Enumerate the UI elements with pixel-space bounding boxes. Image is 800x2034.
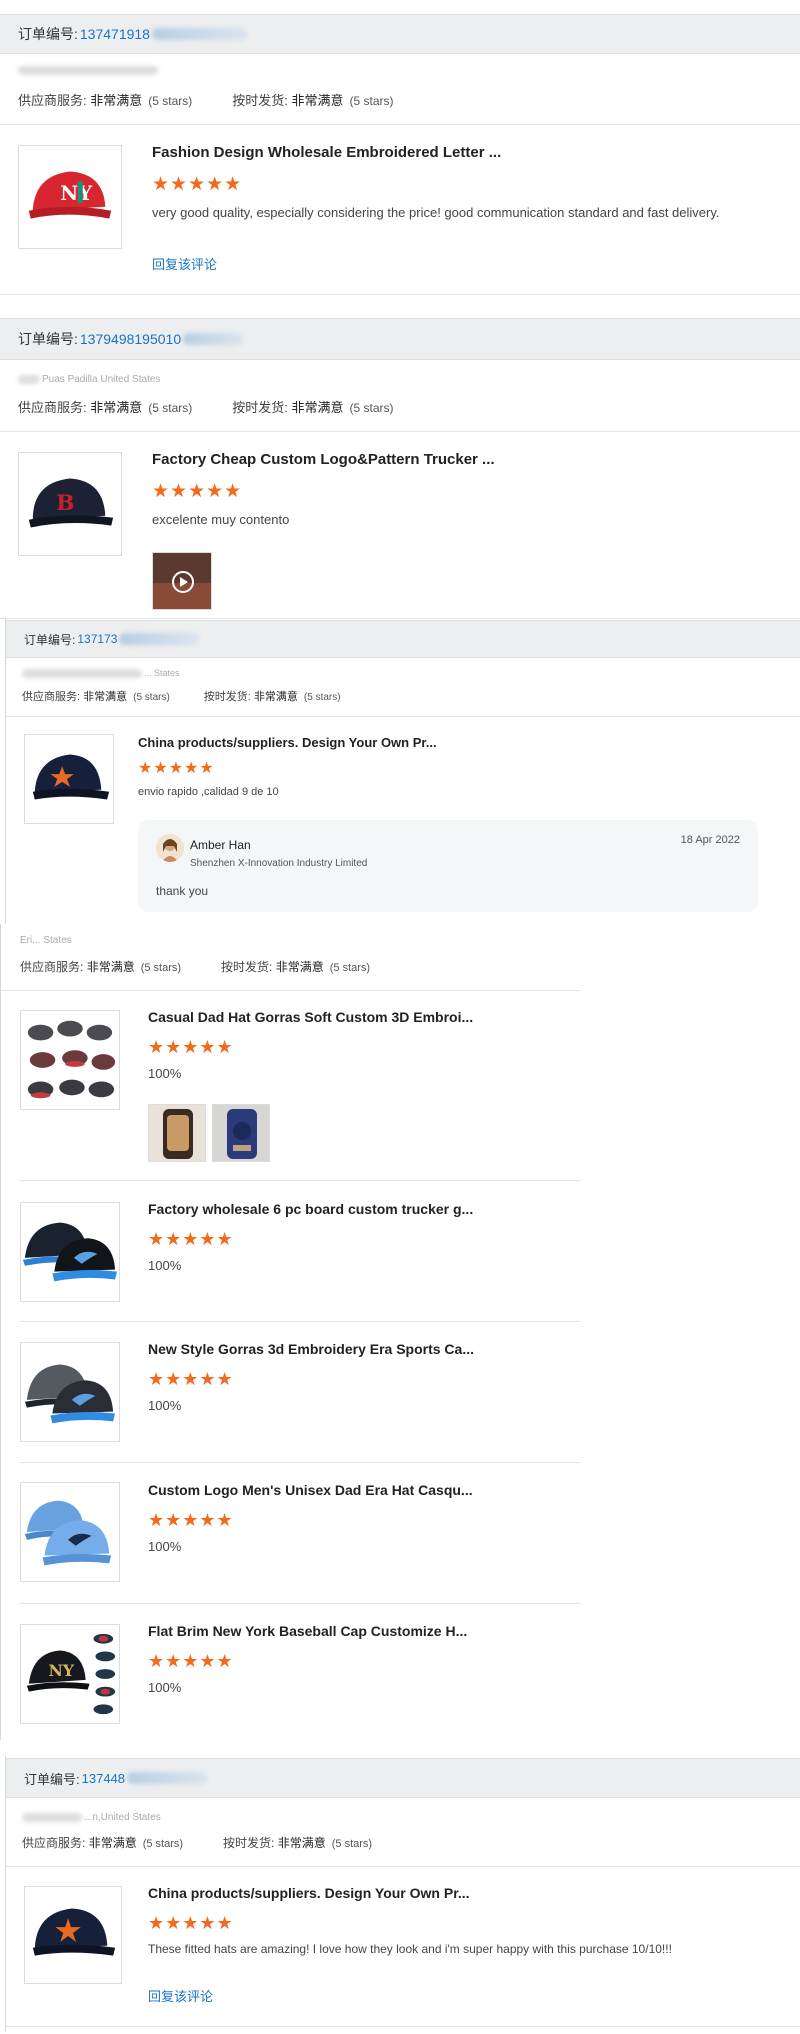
product-image[interactable]	[24, 1886, 122, 1984]
review-comment: 100%	[148, 1680, 182, 1695]
supplier-reply: Amber Han Shenzhen X-Innovation Industry…	[138, 820, 758, 912]
divider	[20, 1462, 580, 1463]
product-title[interactable]: China products/suppliers. Design Your Ow…	[148, 1885, 470, 1901]
reply-link[interactable]: 回复该评论	[152, 254, 217, 273]
reply-link[interactable]: 回复该评论	[148, 1986, 213, 2005]
rating-stars: ★★★★★	[148, 1037, 234, 1057]
product-image[interactable]: NY	[20, 1624, 120, 1724]
product-title[interactable]: Factory Cheap Custom Logo&Pattern Trucke…	[152, 451, 495, 468]
rating-stars: ★★★★★	[148, 1651, 234, 1671]
divider	[0, 294, 800, 295]
redacted-text	[119, 633, 200, 645]
product-image[interactable]	[20, 1010, 120, 1110]
product-title[interactable]: Flat Brim New York Baseball Cap Customiz…	[148, 1623, 467, 1639]
service-ratings: 供应商服务: 非常满意 (5 stars) 按时发货: 非常满意 (5 stars)	[20, 960, 371, 974]
buyer-info: Eri... States	[20, 935, 72, 946]
divider	[0, 431, 800, 432]
review-comment: 100%	[148, 1398, 182, 1413]
buyer-info: ... States	[22, 668, 180, 678]
product-title[interactable]: Factory wholesale 6 pc board custom truc…	[148, 1201, 473, 1217]
product-title[interactable]: China products/suppliers. Design Your Ow…	[138, 735, 437, 750]
divider	[6, 716, 800, 717]
reply-date: 18 Apr 2022	[680, 834, 740, 846]
review-video-thumbnail[interactable]	[152, 552, 212, 610]
review-photo[interactable]	[212, 1104, 270, 1162]
order-number[interactable]: 1379498195010	[80, 331, 181, 347]
svg-text:NY: NY	[60, 182, 93, 205]
service-ratings: 供应商服务: 非常满意 (5 stars) 按时发货: 非常满意 (5 stars)	[22, 1836, 373, 1850]
rating-stars: ★★★★★	[148, 1229, 234, 1249]
divider	[6, 1866, 800, 1867]
review-photo[interactable]	[148, 1104, 206, 1162]
product-title[interactable]: Casual Dad Hat Gorras Soft Custom 3D Emb…	[148, 1009, 473, 1025]
divider	[20, 1603, 580, 1604]
divider	[6, 2026, 800, 2027]
divider	[20, 1321, 580, 1322]
rating-stars: ★★★★★	[138, 760, 215, 777]
review-comment: very good quality, especially considerin…	[152, 205, 720, 220]
product-image[interactable]	[20, 1482, 120, 1582]
review-comment: 100%	[148, 1066, 182, 1081]
divider	[0, 990, 580, 991]
reply-text: thank you	[156, 884, 209, 898]
order-number[interactable]: 137448	[82, 1771, 125, 1786]
buyer-info	[18, 66, 160, 75]
divider	[0, 124, 800, 125]
review-comment: These fitted hats are amazing! I love ho…	[148, 1942, 672, 1956]
review-comment: 100%	[148, 1258, 182, 1273]
rating-stars: ★★★★★	[152, 481, 243, 502]
avatar	[156, 834, 184, 862]
service-ratings: 供应商服务: 非常满意 (5 stars) 按时发货: 非常满意 (5 stars)	[18, 93, 394, 108]
product-title[interactable]: Fashion Design Wholesale Embroidered Let…	[152, 144, 501, 161]
redacted-text	[151, 28, 247, 40]
panel-border	[0, 924, 1, 1740]
svg-text:B: B	[56, 491, 74, 516]
product-image[interactable]	[20, 1342, 120, 1442]
buyer-info: ...n,United States	[22, 1812, 161, 1823]
product-title[interactable]: New Style Gorras 3d Embroidery Era Sport…	[148, 1341, 474, 1357]
product-image[interactable]	[24, 734, 114, 824]
svg-text:NY: NY	[48, 1661, 74, 1680]
order-header: 订单编号: 137173	[6, 620, 800, 658]
order-number-label: 订单编号:	[18, 26, 78, 42]
product-image[interactable]: NY	[18, 145, 122, 249]
product-image[interactable]	[20, 1202, 120, 1302]
reply-author: Amber Han	[190, 838, 251, 852]
rating-stars: ★★★★★	[148, 1369, 234, 1389]
divider	[0, 618, 800, 619]
divider	[20, 1180, 580, 1181]
service-ratings: 供应商服务: 非常满意 (5 stars) 按时发货: 非常满意 (5 stars)	[22, 691, 341, 703]
rating-stars: ★★★★★	[148, 1510, 234, 1530]
order-header: 订单编号: 137471918	[0, 14, 800, 54]
panel-border	[5, 618, 6, 924]
product-title[interactable]: Custom Logo Men's Unisex Dad Era Hat Cas…	[148, 1482, 473, 1498]
order-header: 订单编号: 1379498195010	[0, 318, 800, 360]
service-ratings: 供应商服务: 非常满意 (5 stars) 按时发货: 非常满意 (5 stars)	[18, 400, 394, 415]
reply-company: Shenzhen X-Innovation Industry Limited	[190, 858, 368, 869]
product-image[interactable]: B	[18, 452, 122, 556]
buyer-info: Puas Padilla United States	[18, 374, 160, 385]
review-comment: excelente muy contento	[152, 512, 290, 527]
redacted-text	[183, 333, 244, 345]
review-comment: 100%	[148, 1539, 182, 1554]
redacted-text	[127, 1772, 208, 1784]
rating-stars: ★★★★★	[148, 1913, 234, 1933]
review-comment: envio rapido ,calidad 9 de 10	[138, 786, 279, 798]
order-number[interactable]: 137471918	[80, 26, 150, 42]
order-number[interactable]: 137173	[77, 632, 117, 646]
rating-stars: ★★★★★	[152, 174, 243, 195]
order-header: 订单编号: 137448	[6, 1758, 800, 1798]
